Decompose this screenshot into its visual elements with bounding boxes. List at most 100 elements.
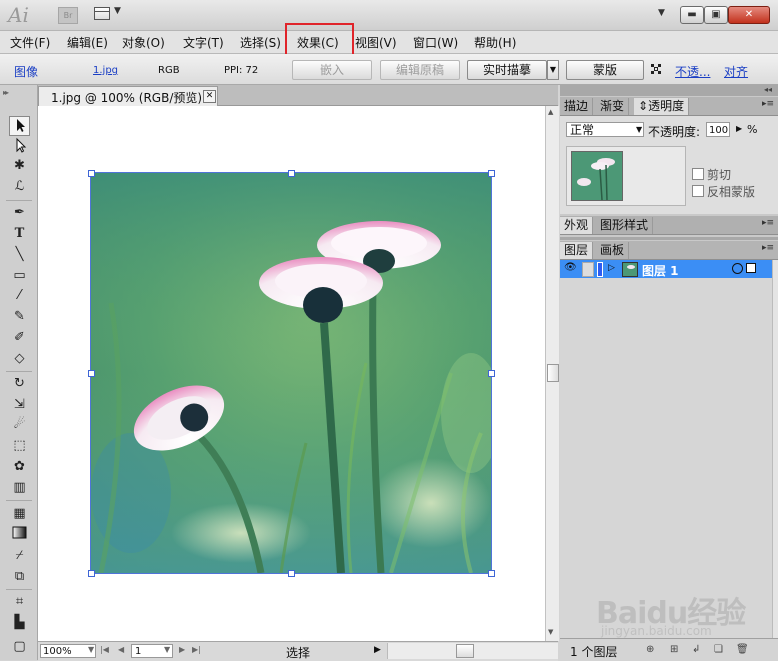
- minimize-button[interactable]: ▬: [680, 6, 704, 24]
- tab-artboards[interactable]: 画板: [596, 242, 630, 259]
- layer-selection-indicator-icon[interactable]: [746, 263, 756, 273]
- blend-mode-select[interactable]: 正常: [566, 122, 644, 137]
- scroll-up-icon[interactable]: ▲: [548, 108, 553, 116]
- graph-tool-icon[interactable]: ▥: [10, 479, 29, 497]
- menu-select[interactable]: 选择(S): [240, 34, 281, 51]
- new-layer-icon[interactable]: ❏: [714, 644, 723, 655]
- free-transform-tool-icon[interactable]: ⬚: [10, 437, 29, 455]
- resize-handle-top[interactable]: [288, 170, 295, 177]
- tab-stroke[interactable]: 描边: [560, 98, 594, 115]
- new-sublayer-icon[interactable]: ↲: [692, 644, 700, 655]
- warp-tool-icon[interactable]: ☄: [10, 416, 29, 434]
- previous-artboard-icon[interactable]: ◀: [118, 645, 124, 654]
- artboard-tool-icon[interactable]: ▢: [10, 638, 29, 656]
- vertical-scrollbar[interactable]: ▲ ▼: [545, 106, 559, 641]
- eyedropper-tool-icon[interactable]: ⌿: [10, 547, 29, 565]
- resize-handle-bottom[interactable]: [288, 570, 295, 577]
- locate-object-icon[interactable]: ⊕: [646, 644, 654, 655]
- menu-view[interactable]: 视图(V): [355, 34, 397, 51]
- menu-type[interactable]: 文字(T): [183, 34, 224, 51]
- document-tab[interactable]: 1.jpg @ 100% (RGB/预览) ✕: [38, 86, 218, 106]
- menu-window[interactable]: 窗口(W): [413, 34, 458, 51]
- next-artboard-icon[interactable]: ▶: [179, 645, 185, 654]
- close-button[interactable]: ✕: [728, 6, 770, 24]
- delete-layer-icon[interactable]: 🗑: [736, 644, 749, 655]
- dock-header[interactable]: ◂◂: [560, 85, 778, 96]
- paintbrush-tool-icon[interactable]: ⁄: [10, 287, 29, 305]
- resize-handle-bottom-right[interactable]: [488, 570, 495, 577]
- type-tool-icon[interactable]: T: [10, 225, 29, 243]
- magic-wand-tool-icon[interactable]: ✱: [10, 157, 29, 175]
- scroll-down-icon[interactable]: ▼: [548, 628, 553, 636]
- menu-edit[interactable]: 编辑(E): [67, 34, 108, 51]
- last-artboard-icon[interactable]: ▶|: [192, 645, 201, 654]
- workspace-switcher-chevron-icon[interactable]: ▼: [658, 8, 665, 18]
- layers-scrollbar[interactable]: [772, 260, 778, 638]
- collapse-dock-icon[interactable]: ◂◂: [764, 85, 772, 94]
- lock-toggle[interactable]: [582, 262, 594, 277]
- expand-triangle-icon[interactable]: ▷: [608, 263, 615, 273]
- opacity-input[interactable]: 100: [706, 122, 730, 137]
- embed-button[interactable]: 嵌入: [292, 60, 372, 80]
- edit-original-button[interactable]: 编辑原稿: [380, 60, 460, 80]
- tab-gradient[interactable]: 渐变: [596, 98, 630, 115]
- object-thumbnail[interactable]: [571, 151, 623, 201]
- direct-selection-tool-icon[interactable]: [10, 137, 29, 155]
- vertical-scroll-thumb[interactable]: [547, 364, 559, 382]
- panel-grip-icon[interactable]: ▸▸: [3, 88, 9, 97]
- tab-transparency[interactable]: ⇕透明度: [634, 98, 690, 115]
- opacity-slider-arrow-icon[interactable]: ▶: [736, 124, 742, 133]
- close-tab-icon[interactable]: ✕: [203, 90, 216, 103]
- object-type-link[interactable]: 图像: [14, 63, 38, 80]
- invert-mask-checkbox[interactable]: 反相蒙版: [692, 183, 755, 200]
- eye-visibility-icon[interactable]: 👁: [564, 262, 577, 273]
- resize-handle-bottom-left[interactable]: [88, 570, 95, 577]
- opacity-link[interactable]: 不透...: [675, 63, 710, 80]
- selection-tool-icon[interactable]: [9, 116, 30, 136]
- horizontal-scroll-thumb[interactable]: [456, 644, 474, 658]
- symbol-sprayer-tool-icon[interactable]: ✿: [10, 458, 29, 476]
- chevron-down-icon[interactable]: ▼: [164, 645, 170, 654]
- align-link[interactable]: 对齐: [724, 63, 748, 80]
- chevron-down-icon[interactable]: ▼: [88, 645, 94, 654]
- transform-icon[interactable]: [650, 63, 662, 75]
- layer-target-icon[interactable]: [732, 263, 743, 274]
- eraser-tool-icon[interactable]: ◇: [10, 350, 29, 368]
- artboard-canvas[interactable]: [38, 106, 545, 641]
- menu-file[interactable]: 文件(F): [10, 34, 50, 51]
- lasso-tool-icon[interactable]: ℒ: [10, 178, 29, 196]
- slice-tool-icon[interactable]: ⌗: [10, 593, 29, 611]
- layer-row[interactable]: 👁 ▷ 图层 1: [560, 260, 772, 278]
- rectangle-tool-icon[interactable]: ▭: [10, 267, 29, 285]
- rotate-tool-icon[interactable]: ↻: [10, 375, 29, 393]
- trace-presets-dropdown[interactable]: ▼: [547, 60, 559, 80]
- gradient-tool-icon[interactable]: [10, 526, 29, 544]
- panel-menu-icon[interactable]: ▸≡: [762, 218, 774, 228]
- filename-link[interactable]: 1.jpg: [93, 65, 118, 76]
- placed-image-daisies[interactable]: [90, 172, 492, 574]
- tab-appearance[interactable]: 外观: [560, 217, 594, 234]
- make-clipping-mask-icon[interactable]: ⊞: [670, 644, 678, 655]
- first-artboard-icon[interactable]: |◀: [100, 645, 109, 654]
- column-graph-tool-icon[interactable]: ▙: [10, 614, 29, 632]
- maximize-button[interactable]: ▣: [704, 6, 728, 24]
- status-menu-arrow-icon[interactable]: ▶: [374, 645, 381, 655]
- resize-handle-top-left[interactable]: [88, 170, 95, 177]
- bridge-button[interactable]: Br: [58, 7, 78, 24]
- pencil-tool-icon[interactable]: ✎: [10, 308, 29, 326]
- panel-menu-icon[interactable]: ▸≡: [762, 243, 774, 253]
- resize-handle-right[interactable]: [488, 370, 495, 377]
- menu-help[interactable]: 帮助(H): [474, 34, 516, 51]
- live-trace-button[interactable]: 实时描摹: [467, 60, 547, 80]
- pen-tool-icon[interactable]: ✒: [10, 204, 29, 222]
- blob-brush-tool-icon[interactable]: ✐: [10, 329, 29, 347]
- resize-handle-left[interactable]: [88, 370, 95, 377]
- panel-menu-icon[interactable]: ▸≡: [762, 99, 774, 109]
- menu-object[interactable]: 对象(O): [122, 34, 165, 51]
- tab-layers[interactable]: 图层: [560, 242, 594, 259]
- blend-tool-icon[interactable]: ⧉: [10, 568, 29, 586]
- horizontal-scrollbar[interactable]: [387, 643, 558, 659]
- chevron-down-icon[interactable]: ▼: [636, 125, 642, 134]
- arrange-documents-button[interactable]: ▼: [94, 6, 126, 22]
- mask-button[interactable]: 蒙版: [566, 60, 644, 80]
